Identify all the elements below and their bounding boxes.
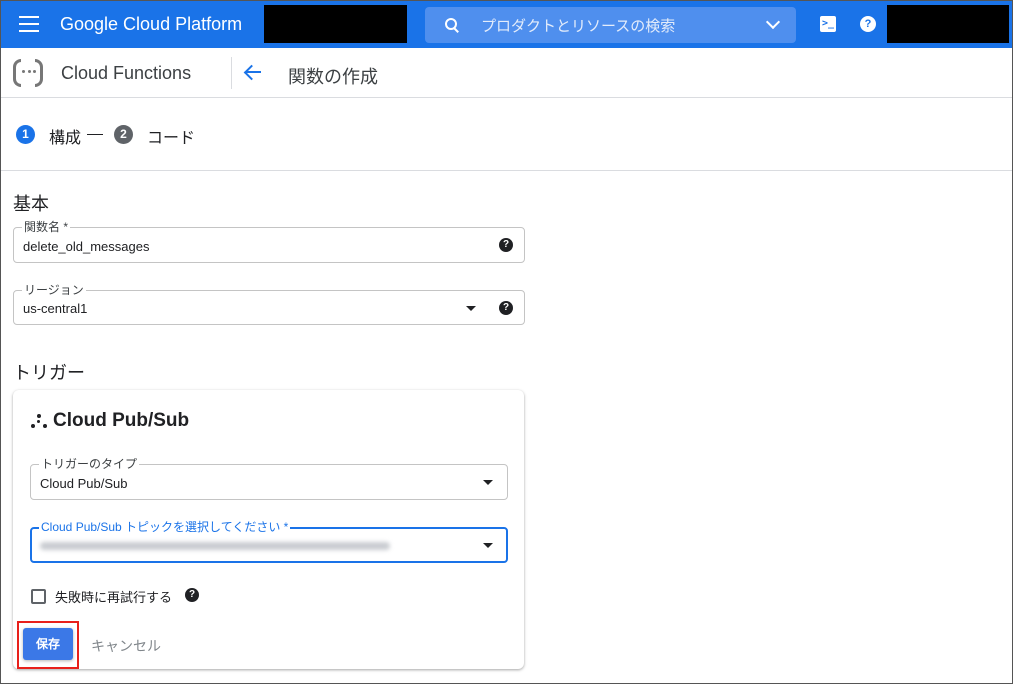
topic-select[interactable]: Cloud Pub/Sub トピックを選択してください * [30, 520, 508, 563]
retry-on-failure-checkbox[interactable] [31, 589, 46, 604]
step-connector [87, 134, 103, 135]
cancel-button[interactable]: キャンセル [91, 636, 161, 656]
search-input[interactable]: プロダクトとリソースの検索 [425, 7, 796, 43]
retry-on-failure-label[interactable]: 失敗時に再試行する [55, 587, 172, 606]
dropdown-arrow-icon[interactable] [466, 306, 476, 311]
step-2-label[interactable]: コード [147, 124, 195, 148]
stepper: 1 構成 2 コード [1, 98, 1012, 171]
redacted-account-area[interactable] [887, 5, 1009, 43]
help-icon[interactable]: ? [499, 301, 513, 315]
top-bar: Google Cloud Platform プロダクトとリソースの検索 >_ ? [1, 1, 1012, 48]
step-1-label[interactable]: 構成 [49, 124, 81, 148]
step-1-number[interactable]: 1 [16, 125, 35, 144]
trigger-type-label: トリガーのタイプ [39, 457, 140, 471]
back-arrow-icon[interactable] [242, 60, 264, 84]
search-placeholder: プロダクトとリソースの検索 [481, 18, 676, 35]
region-value: us-central1 [23, 301, 88, 316]
help-icon[interactable]: ? [499, 238, 513, 252]
hamburger-menu-icon[interactable] [19, 16, 39, 32]
help-icon[interactable]: ? [185, 588, 199, 602]
function-name-field[interactable]: 関数名 * delete_old_messages ? [13, 220, 525, 263]
dropdown-arrow-icon[interactable] [483, 543, 493, 548]
section-title-basic: 基本 [13, 194, 49, 214]
trigger-card: Cloud Pub/Sub トリガーのタイプ Cloud Pub/Sub Clo… [13, 390, 524, 669]
brand-title[interactable]: Google Cloud Platform [60, 14, 242, 35]
help-icon[interactable]: ? [860, 16, 876, 32]
chevron-down-icon[interactable] [765, 14, 781, 30]
dropdown-arrow-icon[interactable] [483, 480, 493, 485]
function-name-label: 関数名 * [22, 220, 71, 234]
topic-label: Cloud Pub/Sub トピックを選択してください * [39, 520, 291, 534]
region-label: リージョン [22, 283, 86, 297]
cloud-shell-icon[interactable]: >_ [820, 16, 836, 32]
region-select[interactable]: リージョン us-central1 ? [13, 283, 525, 325]
section-title-trigger: トリガー [13, 363, 85, 383]
card-title: Cloud Pub/Sub [53, 410, 190, 431]
step-2-number[interactable]: 2 [114, 125, 133, 144]
divider [231, 57, 232, 89]
trigger-type-value: Cloud Pub/Sub [40, 476, 128, 491]
sub-header: Cloud Functions 関数の作成 [1, 48, 1012, 98]
page-title: 関数の作成 [288, 67, 378, 87]
search-icon [443, 16, 461, 34]
pubsub-icon [31, 414, 47, 430]
save-button[interactable]: 保存 [23, 628, 73, 660]
highlight-box: 保存 [17, 621, 79, 669]
product-name: Cloud Functions [61, 63, 192, 83]
function-name-value[interactable]: delete_old_messages [23, 239, 149, 254]
cloud-functions-logo-icon [13, 59, 43, 87]
window: Google Cloud Platform プロダクトとリソースの検索 >_ ?… [0, 0, 1013, 684]
trigger-type-select[interactable]: トリガーのタイプ Cloud Pub/Sub [30, 457, 508, 500]
topic-value-redacted [40, 542, 390, 550]
redacted-project-selector[interactable] [264, 5, 407, 43]
